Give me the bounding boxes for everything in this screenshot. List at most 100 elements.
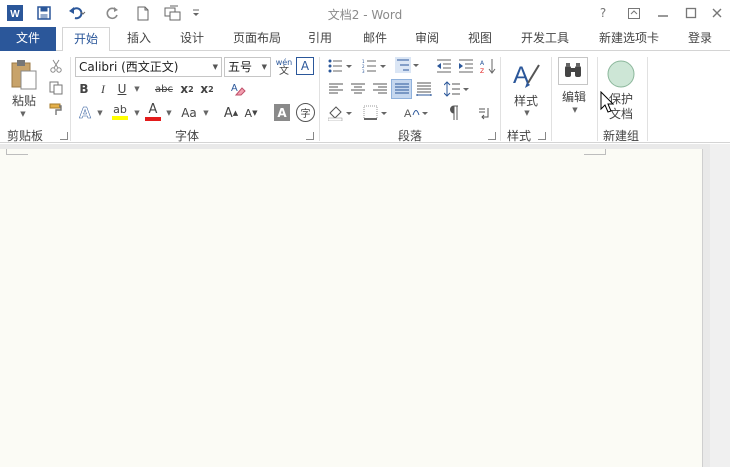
page-corner-mark-right xyxy=(584,149,606,155)
phonetic-guide-button[interactable]: wén 文 xyxy=(274,56,294,78)
character-border-button[interactable]: A xyxy=(296,57,314,75)
paragraph-launcher-icon[interactable] xyxy=(488,132,496,140)
borders-icon[interactable] xyxy=(361,103,391,123)
tab-insert[interactable]: 插入 xyxy=(117,27,161,51)
group-divider xyxy=(319,57,320,141)
font-launcher-icon[interactable] xyxy=(306,132,314,140)
enclose-characters-button[interactable]: 字 xyxy=(296,103,315,122)
tab-new-tab[interactable]: 新建选项卡 xyxy=(590,27,668,51)
close-icon[interactable] xyxy=(706,3,728,23)
tab-developer[interactable]: 开发工具 xyxy=(512,27,578,51)
clipboard-group-label: 剪贴板 xyxy=(6,129,43,143)
increase-indent-icon[interactable] xyxy=(456,57,476,75)
styles-icon[interactable]: A xyxy=(508,57,544,91)
protect-document-icon[interactable] xyxy=(606,59,636,89)
paste-button-label[interactable]: 粘贴 xyxy=(4,93,44,108)
font-size-combo[interactable]: 五号 ▼ xyxy=(224,57,271,77)
font-name-value: Calibri (西文正文) xyxy=(79,60,179,74)
svg-text:Z: Z xyxy=(480,68,484,74)
tab-review[interactable]: 审阅 xyxy=(405,27,449,51)
align-left-icon[interactable] xyxy=(326,80,346,98)
sign-in-link[interactable]: 登录 xyxy=(678,27,722,51)
styles-launcher-icon[interactable] xyxy=(538,132,546,140)
shading-icon[interactable] xyxy=(326,103,356,123)
mouse-cursor-icon xyxy=(600,90,616,115)
justify-icon[interactable] xyxy=(391,79,412,99)
underline-dropdown-icon[interactable]: ▼ xyxy=(130,80,142,98)
chinese-layout-icon[interactable]: A xyxy=(402,103,432,123)
tab-mailings[interactable]: 邮件 xyxy=(353,27,397,51)
bold-button[interactable]: B xyxy=(76,80,92,98)
font-group-label: 字体 xyxy=(174,129,199,143)
bullets-icon[interactable] xyxy=(326,57,356,75)
find-binoculars-icon[interactable] xyxy=(558,57,588,85)
document-title: 文档2 - Word xyxy=(327,8,403,22)
font-color-button[interactable]: A xyxy=(144,101,162,123)
shrink-font-text: A xyxy=(244,106,253,120)
document-page[interactable] xyxy=(0,149,703,467)
editing-button-label[interactable]: 编辑 xyxy=(555,89,593,104)
cut-icon[interactable] xyxy=(46,57,66,75)
strikethrough-button[interactable]: abc xyxy=(152,80,176,98)
change-case-button[interactable]: Aa xyxy=(178,103,200,123)
shrink-arrow-icon: ▼ xyxy=(252,109,258,117)
sort-icon[interactable]: AZ xyxy=(478,56,498,76)
change-case-dropdown-icon[interactable]: ▼ xyxy=(200,103,210,123)
highlight-text: ab xyxy=(113,103,127,116)
font-color-dropdown-icon[interactable]: ▼ xyxy=(163,103,173,123)
superscript-base: x xyxy=(200,82,209,96)
page-corner-mark-left xyxy=(6,149,28,155)
format-painter-icon[interactable] xyxy=(46,101,66,119)
shrink-font-button[interactable]: A ▼ xyxy=(242,103,260,123)
superscript-button[interactable]: x2 xyxy=(198,80,216,98)
svg-text:A: A xyxy=(480,60,485,67)
font-name-combo[interactable]: Calibri (西文正文) ▼ xyxy=(75,57,222,77)
tab-view[interactable]: 视图 xyxy=(458,27,502,51)
character-shading-button[interactable]: A xyxy=(274,104,290,121)
highlight-button[interactable]: ab xyxy=(110,101,130,123)
align-center-icon[interactable] xyxy=(348,80,368,98)
underline-button[interactable]: U xyxy=(114,80,130,98)
tab-home[interactable]: 开始 xyxy=(62,27,110,52)
styles-group-label: 样式 xyxy=(506,129,531,143)
distributed-icon[interactable] xyxy=(414,80,434,98)
text-direction-icon[interactable] xyxy=(474,103,494,123)
grow-font-button[interactable]: A ▲ xyxy=(222,103,240,123)
styles-dropdown-icon[interactable]: ▼ xyxy=(516,108,536,118)
text-effects-dropdown-icon[interactable]: ▼ xyxy=(94,103,104,123)
show-formatting-marks-icon[interactable] xyxy=(444,103,464,123)
document-area xyxy=(0,144,730,467)
paste-icon[interactable] xyxy=(6,57,42,93)
help-button[interactable]: ? xyxy=(592,3,614,23)
decrease-indent-icon[interactable] xyxy=(434,57,454,75)
multilevel-list-icon[interactable] xyxy=(393,55,423,75)
clear-formatting-icon[interactable]: A xyxy=(228,79,248,99)
copy-icon[interactable] xyxy=(46,79,66,97)
font-name-dropdown-icon[interactable]: ▼ xyxy=(213,58,218,76)
line-spacing-icon[interactable] xyxy=(442,79,472,99)
styles-button-label[interactable]: 样式 xyxy=(506,93,546,108)
font-size-dropdown-icon[interactable]: ▼ xyxy=(262,58,267,76)
paste-dropdown-icon[interactable]: ▼ xyxy=(12,109,32,119)
italic-button[interactable]: I xyxy=(95,80,111,98)
tab-design[interactable]: 设计 xyxy=(170,27,214,51)
ribbon-display-icon[interactable] xyxy=(623,3,645,23)
subscript-button[interactable]: x2 xyxy=(178,80,196,98)
ribbon: 粘贴 ▼ 剪贴板 Calibri (西文正文) ▼ 五号 ▼ wén 文 A B… xyxy=(0,51,730,143)
tab-page-layout[interactable]: 页面布局 xyxy=(224,27,290,51)
highlight-dropdown-icon[interactable]: ▼ xyxy=(131,103,141,123)
highlight-color-bar xyxy=(112,116,128,120)
align-right-icon[interactable] xyxy=(370,80,390,98)
editing-dropdown-icon[interactable]: ▼ xyxy=(566,105,582,115)
tab-file[interactable]: 文件 xyxy=(0,27,56,51)
text-effects-button[interactable]: A xyxy=(77,103,93,123)
font-size-value: 五号 xyxy=(228,60,253,74)
clipboard-launcher-icon[interactable] xyxy=(60,132,68,140)
minimize-icon[interactable] xyxy=(652,3,674,23)
tab-references[interactable]: 引用 xyxy=(298,27,342,51)
group-divider xyxy=(647,57,648,141)
svg-text:A: A xyxy=(231,83,238,94)
restore-icon[interactable] xyxy=(680,3,702,23)
numbering-icon[interactable]: 123 xyxy=(360,57,390,75)
vertical-scrollbar[interactable] xyxy=(710,144,730,467)
